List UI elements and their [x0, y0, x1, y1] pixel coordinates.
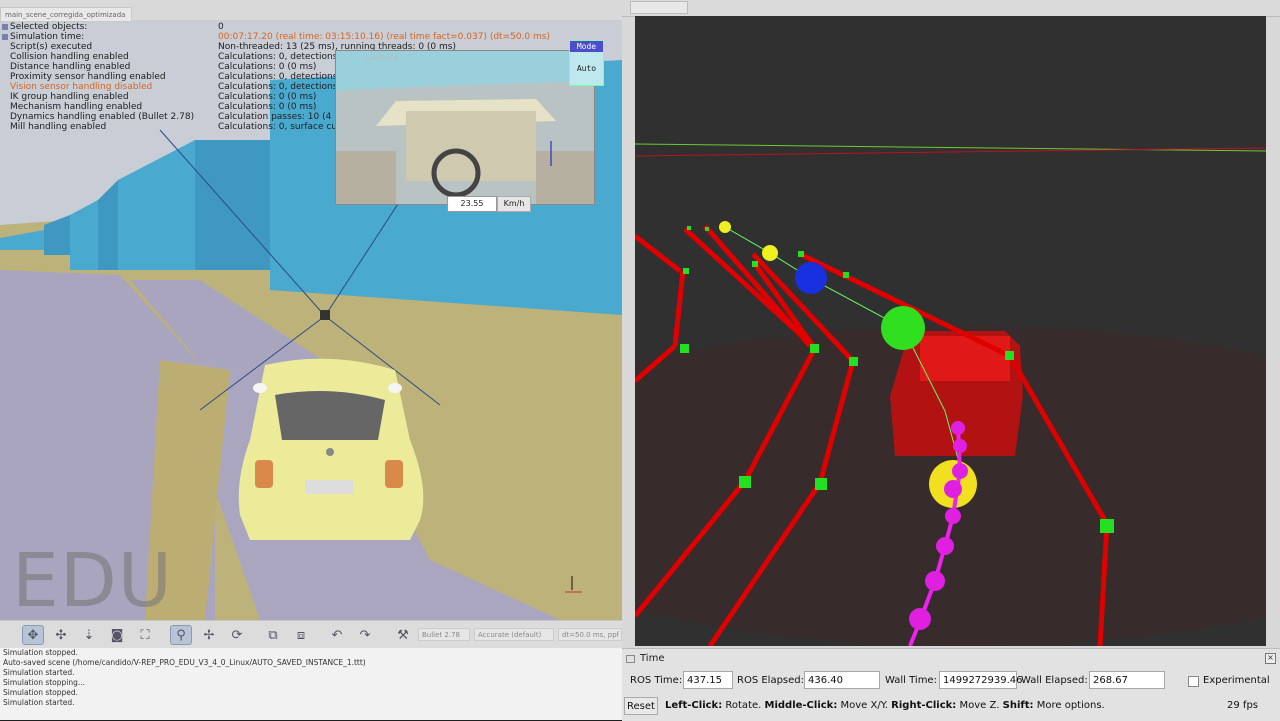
fit-icon: ⛶	[140, 627, 150, 643]
info-row: Selected objects: 0	[0, 22, 560, 32]
info-bullet-icon	[2, 24, 8, 30]
vrep-toolbar: ✥ ✣ ⇣ ◙ ⛶ ⚲ ✢ ⟳ ⧉ ⧈ ↶ ↷ ⚒ Bullet 2.78 Ac…	[0, 620, 622, 648]
rviz-window: Time × ROS Time: 437.15 ROS Elapsed: 436…	[622, 0, 1280, 721]
camera-rotate-button[interactable]: ✣	[50, 625, 72, 645]
move-icon: ✥	[27, 627, 39, 643]
panel-float-icon[interactable]	[626, 655, 635, 663]
log-line: Simulation stopping...	[3, 678, 86, 687]
scene-tab[interactable]: main_scene_corregida_optimizada	[0, 7, 132, 22]
info-value: 00:07:17.20 (real time: 03:15:10.16) (re…	[218, 32, 550, 42]
camera-interior-view	[336, 51, 594, 204]
info-value: Calculations: 0 (0 ms)	[218, 102, 317, 112]
redo-icon: ↷	[359, 627, 371, 643]
hint-shift: More options.	[1033, 700, 1105, 711]
object-shift-button[interactable]: ✢	[198, 625, 220, 645]
timestep-select[interactable]: dt=50.0 ms, ppf	[558, 628, 622, 641]
accuracy-select[interactable]: Accurate (default)	[474, 628, 554, 641]
info-value: Calculation passes: 10 (4 ms)	[218, 112, 352, 122]
info-key: Mechanism handling enabled	[10, 102, 143, 112]
info-key: Distance handling enabled	[10, 62, 131, 72]
status-log: Simulation stopped. Auto-saved scene (/ho…	[0, 648, 622, 720]
mode-value[interactable]: Auto	[570, 64, 603, 73]
ros-time-label: ROS Time:	[630, 675, 683, 686]
wrench-icon: ⚒	[397, 627, 409, 643]
time-panel: Time × ROS Time: 437.15 ROS Elapsed: 436…	[622, 648, 1280, 721]
wall-elapsed-field[interactable]: 268.67	[1089, 671, 1165, 689]
camera-icon: ◙	[110, 627, 124, 643]
dynamics-settings-button[interactable]: ⚒	[392, 625, 414, 645]
hint-shift-key: Shift:	[1002, 700, 1034, 711]
ros-elapsed-field[interactable]: 436.40	[804, 671, 880, 689]
magnifier-icon: ⚲	[176, 627, 186, 643]
hint-left-key: Left-Click:	[665, 700, 723, 711]
assemble-icon: ⧉	[268, 627, 278, 643]
info-key: Collision handling enabled	[10, 52, 129, 62]
mouse-hint: Left-Click: Rotate. Middle-Click: Move X…	[665, 700, 1105, 711]
mode-widget[interactable]: Mode Auto	[569, 40, 604, 86]
rviz-tab[interactable]	[630, 1, 688, 14]
ros-elapsed-label: ROS Elapsed:	[737, 675, 804, 686]
time-panel-title: Time	[640, 653, 665, 664]
wall-elapsed-label: Wall Elapsed:	[1021, 675, 1088, 686]
wall-time-field[interactable]: 1499272939.46	[939, 671, 1023, 689]
rviz-3d-view[interactable]	[635, 16, 1266, 646]
undo-button[interactable]: ↶	[326, 625, 348, 645]
info-key: Vision sensor handling disabled	[10, 82, 153, 92]
camera-view-floating[interactable]: Camera	[335, 50, 595, 205]
assemble-button[interactable]: ⧉	[262, 625, 284, 645]
transfer-dna-button[interactable]: ⧈	[290, 625, 312, 645]
shift-icon: ✢	[203, 627, 215, 643]
info-key: Simulation time:	[10, 32, 85, 42]
info-value: 0	[218, 22, 224, 32]
mode-title: Mode	[570, 41, 603, 52]
info-value: Calculations: 0 (0 ms)	[218, 62, 317, 72]
undo-icon: ↶	[331, 627, 343, 643]
log-line: Simulation stopped.	[3, 688, 79, 697]
vrep-window: main_scene_corregida_optimizada Selected…	[0, 0, 622, 720]
ros-time-field[interactable]: 437.15	[683, 671, 733, 689]
info-key: Selected objects:	[10, 22, 88, 32]
info-value: Calculations: 0 (0 ms)	[218, 92, 317, 102]
object-rotate-button[interactable]: ⟳	[226, 625, 248, 645]
reset-button[interactable]: Reset	[624, 697, 658, 715]
hint-left: Rotate.	[722, 700, 765, 711]
dna-icon: ⧈	[296, 627, 306, 643]
log-line: Simulation stopped.	[3, 648, 79, 657]
camera-label: Camera	[366, 53, 398, 62]
info-bullet-icon	[2, 34, 8, 40]
camera-angle-button[interactable]: ◙	[106, 625, 128, 645]
camera-pan-button[interactable]: ✥	[22, 625, 44, 645]
log-line: Simulation started.	[3, 668, 75, 677]
edu-watermark: EDU	[12, 538, 173, 624]
click-select-button[interactable]: ⚲	[170, 625, 192, 645]
wall-time-label: Wall Time:	[885, 675, 937, 686]
speed-unit-label: Km/h	[497, 196, 531, 212]
info-key: Dynamics handling enabled (Bullet 2.78)	[10, 112, 195, 122]
log-line: Auto-saved scene (/home/candido/V-REP_PR…	[3, 658, 366, 667]
rviz-topbar	[622, 0, 1280, 17]
hint-mid-key: Middle-Click:	[764, 700, 838, 711]
fit-view-button[interactable]: ⛶	[134, 625, 156, 645]
fps-counter: 29 fps	[1227, 700, 1258, 711]
speed-value-field: 23.55	[447, 196, 497, 212]
info-row: Simulation time: 00:07:17.20 (real time: …	[0, 32, 560, 42]
hint-mid: Move X/Y.	[837, 700, 892, 711]
arrow-down-icon: ⇣	[83, 627, 95, 643]
info-key: Proximity sensor handling enabled	[10, 72, 166, 82]
hint-right: Move Z.	[956, 700, 1003, 711]
object-rotate-icon: ⟳	[231, 627, 243, 643]
hint-right-key: Right-Click:	[891, 700, 957, 711]
info-key: Mill handling enabled	[10, 122, 107, 132]
info-key: IK group handling enabled	[10, 92, 129, 102]
rotate-view-icon: ✣	[55, 627, 67, 643]
redo-button[interactable]: ↷	[354, 625, 376, 645]
log-line: Simulation started.	[3, 698, 75, 707]
physics-engine-select[interactable]: Bullet 2.78	[418, 628, 470, 641]
close-icon[interactable]: ×	[1265, 653, 1276, 664]
experimental-label: Experimental	[1203, 675, 1270, 686]
experimental-checkbox[interactable]	[1188, 676, 1199, 687]
info-key: Script(s) executed	[10, 42, 93, 52]
camera-shift-button[interactable]: ⇣	[78, 625, 100, 645]
car-model[interactable]	[238, 358, 424, 540]
